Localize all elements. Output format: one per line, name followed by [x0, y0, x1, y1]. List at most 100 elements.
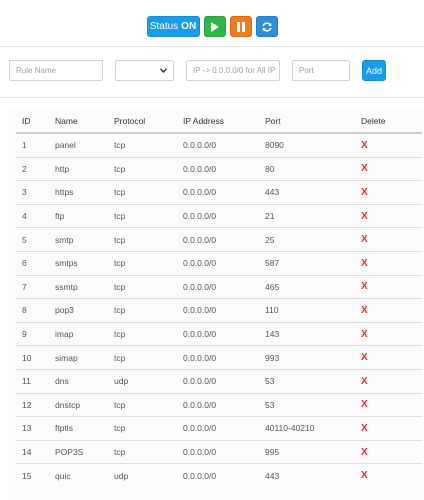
cell-port: 53 [265, 368, 361, 394]
cell-delete: X [361, 392, 422, 417]
cell-name: ssmtp [55, 274, 114, 299]
cell-name: POP3S [55, 439, 114, 464]
cell-protocol: udp [114, 463, 183, 487]
cell-name: dnstcp [55, 392, 114, 417]
cell-protocol: tcp [114, 180, 183, 205]
cell-id: 1 [16, 132, 55, 158]
toolbar-divider [0, 46, 424, 47]
cell-id: 5 [16, 227, 55, 252]
delete-rule-button[interactable]: X [361, 281, 368, 292]
table-row: 5 smtp tcp 0.0.0.0/0 25 X [16, 227, 422, 252]
delete-rule-button[interactable]: X [361, 211, 368, 222]
cell-delete: X [361, 227, 422, 252]
cell-id: 11 [16, 368, 55, 394]
cell-port: 993 [265, 345, 361, 370]
cell-name: dns [55, 368, 114, 394]
cell-id: 2 [16, 156, 55, 181]
refresh-icon [261, 21, 272, 32]
cell-port: 40110-40210 [265, 416, 361, 441]
cell-id: 14 [16, 439, 55, 464]
table-row: 7 ssmtp tcp 0.0.0.0/0 465 X [16, 274, 422, 299]
table-row: 4 ftp tcp 0.0.0.0/0 21 X [16, 203, 422, 228]
delete-rule-button[interactable]: X [361, 163, 368, 174]
status-value: ON [181, 21, 197, 32]
cell-protocol: tcp [114, 156, 183, 181]
delete-rule-button[interactable]: X [361, 140, 368, 151]
table-header-row: ID Name Protocol IP Address Port Delete [16, 109, 422, 134]
form-divider [0, 97, 424, 98]
cell-delete: X [361, 250, 422, 276]
cell-ip-address: 0.0.0.0/0 [183, 203, 265, 228]
cell-name: panel [55, 132, 114, 158]
cell-port: 995 [265, 439, 361, 464]
cell-port: 443 [265, 463, 361, 487]
table-row: 14 POP3S tcp 0.0.0.0/0 995 X [16, 439, 422, 464]
cell-port: 110 [265, 298, 361, 323]
cell-delete: X [361, 321, 422, 346]
port-input[interactable]: Port [292, 60, 350, 81]
port-placeholder: Port [299, 66, 314, 75]
cell-ip-address: 0.0.0.0/0 [183, 156, 265, 181]
delete-rule-button[interactable]: X [361, 305, 368, 316]
cell-id: 8 [16, 298, 55, 323]
table-row: 12 dnstcp tcp 0.0.0.0/0 53 X [16, 392, 422, 417]
cell-port: 443 [265, 180, 361, 205]
delete-rule-button[interactable]: X [361, 329, 368, 340]
cell-ip-address: 0.0.0.0/0 [183, 392, 265, 417]
cell-ip-address: 0.0.0.0/0 [183, 227, 265, 252]
delete-rule-button[interactable]: X [361, 187, 368, 198]
table-row: 8 pop3 tcp 0.0.0.0/0 110 X [16, 298, 422, 323]
delete-rule-button[interactable]: X [361, 258, 368, 269]
header-ip-address: IP Address [183, 109, 265, 134]
cell-protocol: tcp [114, 250, 183, 276]
cell-name: https [55, 180, 114, 205]
cell-ip-address: 0.0.0.0/0 [183, 250, 265, 276]
cell-protocol: tcp [114, 321, 183, 346]
cell-ip-address: 0.0.0.0/0 [183, 345, 265, 370]
cell-protocol: tcp [114, 132, 183, 158]
rules-table: ID Name Protocol IP Address Port Delete … [16, 109, 422, 487]
protocol-select[interactable] [115, 60, 174, 81]
cell-ip-address: 0.0.0.0/0 [183, 439, 265, 464]
header-port: Port [265, 109, 361, 134]
delete-rule-button[interactable]: X [361, 423, 368, 434]
cell-port: 143 [265, 321, 361, 346]
cell-protocol: tcp [114, 416, 183, 441]
ip-address-input[interactable]: IP -> 0.0.0.0/0 for All IP [186, 60, 280, 81]
delete-rule-button[interactable]: X [361, 376, 368, 387]
status-label: Status [149, 21, 179, 32]
cell-port: 25 [265, 227, 361, 252]
play-icon [211, 21, 219, 32]
cell-name: smtps [55, 250, 114, 276]
cell-delete: X [361, 298, 422, 323]
start-button[interactable] [203, 16, 226, 37]
cell-name: simap [55, 345, 114, 370]
table-row: 3 https tcp 0.0.0.0/0 443 X [16, 180, 422, 205]
delete-rule-button[interactable]: X [361, 470, 368, 481]
cell-delete: X [361, 416, 422, 441]
firewall-toolbar: Status ON [0, 16, 424, 37]
status-button[interactable]: Status ON [146, 16, 200, 37]
header-delete: Delete [361, 109, 422, 134]
cell-name: pop3 [55, 298, 114, 323]
cell-name: ftptls [55, 416, 114, 441]
cell-id: 6 [16, 250, 55, 276]
delete-rule-button[interactable]: X [361, 447, 368, 458]
delete-rule-button[interactable]: X [361, 234, 368, 245]
cell-protocol: tcp [114, 345, 183, 370]
table-row: 15 quic udp 0.0.0.0/0 443 X [16, 463, 422, 487]
refresh-button[interactable] [255, 16, 278, 37]
pause-button[interactable] [229, 16, 252, 37]
cell-name: smtp [55, 227, 114, 252]
rule-name-input[interactable]: Rule Name [9, 60, 103, 81]
add-rule-button[interactable]: Add [362, 60, 386, 81]
ip-address-placeholder: IP -> 0.0.0.0/0 for All IP [193, 66, 276, 75]
header-name: Name [55, 109, 114, 134]
delete-rule-button[interactable]: X [361, 352, 368, 363]
cell-delete: X [361, 156, 422, 181]
cell-id: 12 [16, 392, 55, 417]
cell-id: 10 [16, 345, 55, 370]
delete-rule-button[interactable]: X [361, 399, 368, 410]
cell-port: 53 [265, 392, 361, 417]
cell-id: 15 [16, 463, 55, 487]
